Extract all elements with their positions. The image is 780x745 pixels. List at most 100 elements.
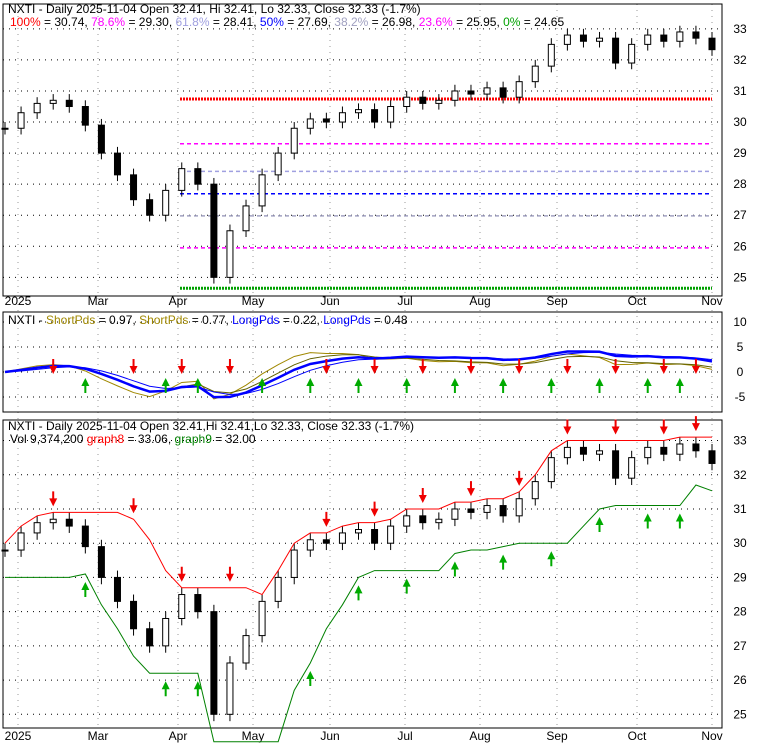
candle xyxy=(708,450,716,464)
candle xyxy=(515,498,523,517)
panel2-title: NXTI - ShortPds = 0.97, ShortPds = 0.77,… xyxy=(8,313,408,327)
candle xyxy=(322,118,330,123)
fib-legend: 100% = 30.74, 78.6% = 29.30, 61.8% = 28.… xyxy=(10,15,564,29)
x-tick-label: Apr xyxy=(169,294,188,308)
candle xyxy=(371,529,379,544)
x-tick-label: Jun xyxy=(320,294,339,308)
sell-arrow-icon xyxy=(611,419,620,435)
buy-arrow-icon xyxy=(193,378,202,393)
candle xyxy=(178,168,186,191)
graph8-line xyxy=(4,436,712,596)
candle xyxy=(17,532,25,551)
sell-arrow-icon xyxy=(129,359,138,374)
y-tick-label: 25 xyxy=(733,707,747,721)
candle xyxy=(226,662,234,715)
y-tick-label: 5 xyxy=(737,340,744,354)
candle xyxy=(162,189,170,216)
sell-arrow-icon xyxy=(177,359,186,374)
candle xyxy=(1,127,9,130)
sell-arrow-icon xyxy=(370,501,379,517)
buy-arrow-icon xyxy=(499,554,508,570)
candle xyxy=(435,99,443,104)
buy-arrow-icon xyxy=(402,378,411,393)
candle xyxy=(612,450,620,479)
x-tick-label: Mar xyxy=(88,729,109,743)
sell-arrow-icon xyxy=(177,566,186,582)
candle xyxy=(130,600,138,630)
candle xyxy=(49,518,57,524)
buy-arrow-icon xyxy=(643,378,652,393)
candle xyxy=(676,443,684,455)
buy-arrow-icon xyxy=(161,681,170,697)
candle xyxy=(258,600,266,637)
candle xyxy=(274,152,282,176)
buy-arrow-icon xyxy=(675,513,684,529)
candle xyxy=(81,106,89,126)
sell-arrow-icon xyxy=(659,359,668,374)
candle xyxy=(499,505,507,517)
sell-arrow-icon xyxy=(515,359,524,374)
y-tick-label: 32 xyxy=(733,468,747,482)
candle xyxy=(97,124,105,154)
sell-arrow-icon xyxy=(691,416,700,432)
candle xyxy=(210,183,218,278)
sell-arrow-icon xyxy=(322,511,331,527)
candle xyxy=(130,174,138,201)
y-tick-label: 27 xyxy=(733,208,747,222)
candle xyxy=(65,518,73,527)
panel1-title: NXTI - Daily 2025-11-04 Open 32.41, Hi 3… xyxy=(8,2,421,16)
candle xyxy=(1,549,9,552)
y-tick-label: 26 xyxy=(733,239,747,253)
panel-frame-1 xyxy=(2,311,723,413)
candle xyxy=(274,576,282,602)
y-tick-label: 26 xyxy=(733,673,747,687)
sell-arrow-icon xyxy=(225,359,234,374)
y-tick-label: -5 xyxy=(735,390,746,404)
y-tick-label: 0 xyxy=(737,365,744,379)
candle xyxy=(306,539,314,551)
candle xyxy=(596,37,604,42)
candle xyxy=(146,199,154,216)
candle xyxy=(531,65,539,83)
sell-arrow-icon xyxy=(129,498,138,514)
candle xyxy=(660,446,668,455)
y-tick-label: 33 xyxy=(733,434,747,448)
buy-arrow-icon xyxy=(306,378,315,393)
sell-arrow-icon xyxy=(370,359,379,374)
candle xyxy=(435,518,443,524)
y-tick-label: 28 xyxy=(733,177,747,191)
candle xyxy=(17,112,25,129)
x-tick-label: Nov xyxy=(701,729,722,743)
candle xyxy=(322,539,330,544)
panel3-legend: Vol 9,374,200 graph8 = 33.06, graph9 = 3… xyxy=(10,432,256,446)
y-tick-label: 25 xyxy=(733,270,747,284)
x-tick-label: Sep xyxy=(546,729,568,743)
sell-arrow-icon xyxy=(418,487,427,503)
y-tick-label: 29 xyxy=(733,146,747,160)
candle xyxy=(338,532,346,544)
x-tick-label: 2025 xyxy=(5,729,32,743)
sell-arrow-icon xyxy=(563,419,572,435)
candle xyxy=(579,34,587,42)
buy-arrow-icon xyxy=(81,378,90,393)
candle xyxy=(33,102,41,114)
candle xyxy=(692,31,700,39)
candle xyxy=(483,505,491,513)
sell-arrow-icon xyxy=(563,359,572,374)
buy-arrow-icon xyxy=(595,516,604,532)
candle xyxy=(644,34,652,45)
candle xyxy=(387,106,395,123)
buy-arrow-icon xyxy=(81,582,90,597)
candle xyxy=(531,481,539,500)
candle xyxy=(146,628,154,647)
candle xyxy=(403,515,411,527)
candle xyxy=(226,230,234,278)
x-tick-label: Oct xyxy=(628,294,647,308)
candle xyxy=(419,515,427,524)
x-tick-label: Sep xyxy=(546,294,568,308)
candle xyxy=(419,96,427,104)
candle xyxy=(162,617,170,647)
candle xyxy=(65,99,73,108)
x-tick-label: 2025 xyxy=(5,294,32,308)
sell-arrow-icon xyxy=(225,566,234,582)
